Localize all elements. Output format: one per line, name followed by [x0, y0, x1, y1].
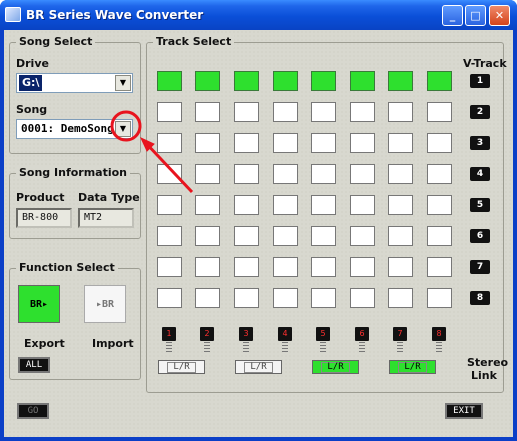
annotation-circle: [110, 110, 142, 142]
app-icon: [5, 7, 21, 22]
maximize-button[interactable]: □: [465, 5, 486, 26]
window-title: BR Series Wave Converter: [26, 8, 204, 22]
minimize-button[interactable]: _: [442, 5, 463, 26]
close-button[interactable]: ✕: [489, 5, 510, 26]
client-area: Song Select Drive G:\ ▼ Song 0001: DemoS…: [4, 30, 513, 437]
title-bar[interactable]: BR Series Wave Converter _ □ ✕: [0, 0, 517, 30]
app-window: BR Series Wave Converter _ □ ✕ Song Sele…: [0, 0, 517, 441]
annotation-overlay: [110, 110, 194, 194]
